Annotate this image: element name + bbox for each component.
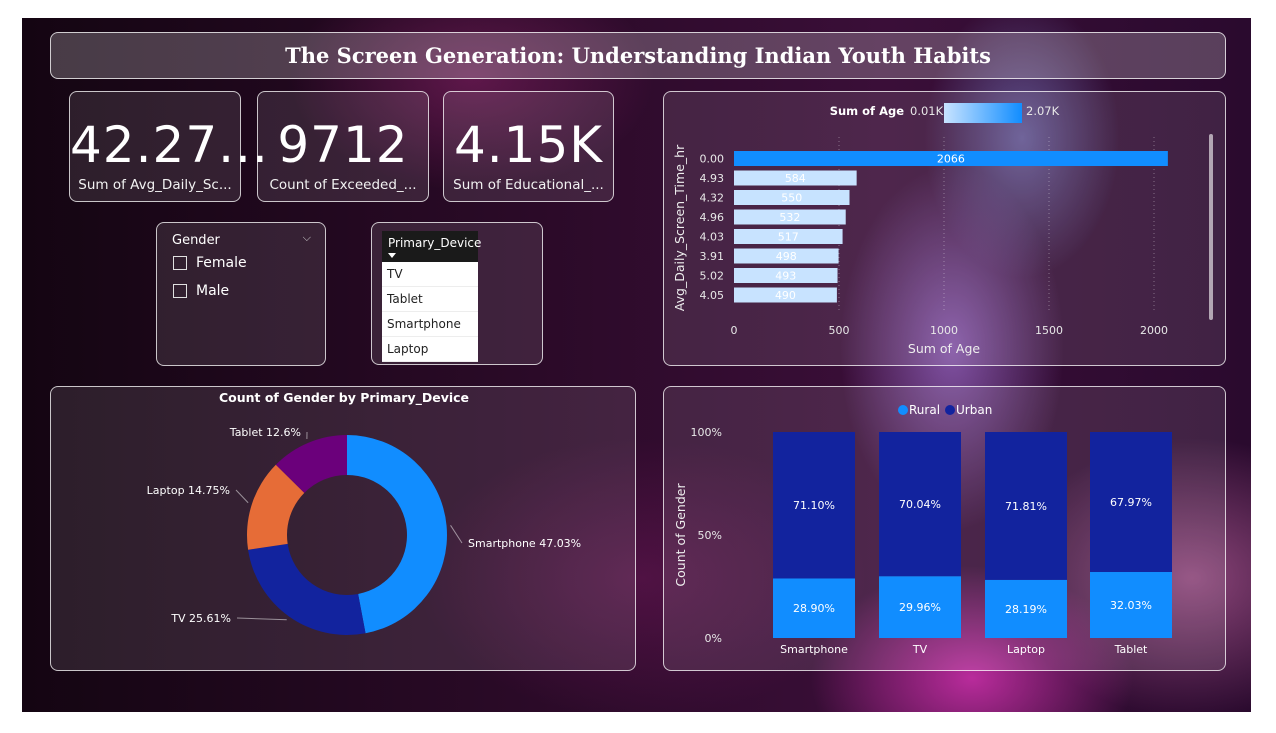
y-tick-label: 50% xyxy=(698,529,722,542)
gender-by-location-stacked-panel[interactable]: Rural Urban 100% 50% 0% Count of Gender 71.10%… xyxy=(663,386,1226,671)
device-option-laptop[interactable]: Laptop xyxy=(382,337,478,362)
slice-label: Smartphone 47.03% xyxy=(468,537,581,550)
bar-data-label: 550 xyxy=(781,192,802,205)
dropdown-arrow-icon[interactable] xyxy=(388,253,396,258)
donut-slice xyxy=(347,435,447,634)
x-tick-label: Tablet xyxy=(1114,643,1148,656)
y-tick-label: 3.91 xyxy=(700,250,725,263)
kpi-value: 42.27... xyxy=(70,116,269,174)
checkbox-icon[interactable] xyxy=(173,256,187,270)
gender-option-label: Male xyxy=(196,283,230,299)
legend-gradient-bar xyxy=(944,103,1022,123)
y-tick-label: 4.05 xyxy=(700,289,725,302)
gender-by-device-donut-chart: Count of Gender by Primary_Device Smartph… xyxy=(147,390,581,635)
x-tick-label: 500 xyxy=(829,324,850,337)
y-tick-label: 4.93 xyxy=(700,172,725,185)
y-tick-label: 100% xyxy=(691,426,722,439)
bar-data-label: 532 xyxy=(779,211,800,224)
urban-data-label: 67.97% xyxy=(1110,496,1152,509)
legend-title: Sum of Age xyxy=(830,104,904,118)
bar-data-label: 490 xyxy=(775,289,796,302)
y-axis-title: Avg_Daily_Screen_Time_hr xyxy=(672,144,687,311)
device-option-smartphone[interactable]: Smartphone xyxy=(382,312,478,337)
donut-slice xyxy=(248,543,366,635)
kpi-card-sum-educational[interactable]: 4.15K Sum of Educational_... xyxy=(443,91,614,202)
gender-by-location-stacked-chart: Rural Urban 100% 50% 0% Count of Gender 71.10%… xyxy=(673,403,1172,656)
y-axis-title: Count of Gender xyxy=(673,483,688,587)
bar-data-label: 498 xyxy=(776,250,797,263)
kpi-value: 4.15K xyxy=(453,116,604,174)
x-tick-label: Laptop xyxy=(1007,643,1045,656)
checkbox-icon[interactable] xyxy=(173,284,187,298)
y-tick-label: 4.32 xyxy=(700,192,725,205)
gender-by-device-donut-panel[interactable]: Count of Gender by Primary_Device Smartph… xyxy=(50,386,636,671)
slice-label: Laptop 14.75% xyxy=(147,484,230,497)
x-tick-label: TV xyxy=(912,643,928,656)
x-axis-title: Sum of Age xyxy=(908,341,981,356)
bar-data-label: 2066 xyxy=(937,153,965,166)
x-tick-label: 1500 xyxy=(1035,324,1063,337)
x-tick-label: 2000 xyxy=(1140,324,1168,337)
bar-data-label: 493 xyxy=(775,270,796,283)
kpi-label: Count of Exceeded_... xyxy=(269,177,417,193)
gender-option-male[interactable]: Male xyxy=(173,283,229,299)
legend-label-urban: Urban xyxy=(956,403,992,417)
rural-data-label: 28.19% xyxy=(1005,603,1047,616)
legend-marker-rural xyxy=(898,405,908,415)
dashboard-title-banner: The Screen Generation: Understanding Ind… xyxy=(50,32,1226,79)
gender-slicer-header: Gender xyxy=(172,233,220,248)
rural-data-label: 32.03% xyxy=(1110,599,1152,612)
rural-data-label: 29.96% xyxy=(899,601,941,614)
chart-title: Count of Gender by Primary_Device xyxy=(219,390,469,406)
gender-option-female[interactable]: Female xyxy=(173,255,247,271)
vertical-scrollbar xyxy=(1209,134,1213,320)
primary-device-slicer[interactable]: Primary_Device TV Tablet Smartphone Lapt… xyxy=(371,222,543,365)
rural-data-label: 28.90% xyxy=(793,602,835,615)
bar-data-label: 584 xyxy=(785,172,806,185)
gender-slicer[interactable]: Gender ⌵ Female Male xyxy=(156,222,326,366)
sum-of-age-bar-chart-panel[interactable]: Sum of Age 0.01K 2.07K 0 500 1000 1500 2000 0.00… xyxy=(663,91,1226,366)
kpi-card-count-exceeded[interactable]: 9712 Count of Exceeded_... xyxy=(257,91,429,202)
primary-device-dropdown[interactable]: Primary_Device TV Tablet Smartphone Lapt… xyxy=(382,231,482,362)
leader-line xyxy=(235,489,249,504)
urban-data-label: 71.81% xyxy=(1005,500,1047,513)
device-option-tv[interactable]: TV xyxy=(382,262,478,287)
kpi-label: Sum of Educational_... xyxy=(453,177,604,193)
y-tick-label: 0.00 xyxy=(700,153,725,166)
slice-label: TV 25.61% xyxy=(170,612,231,625)
y-tick-label: 0% xyxy=(705,632,722,645)
legend-min-label: 0.01K xyxy=(910,104,944,118)
kpi-card-avg-daily-screen-time[interactable]: 42.27... Sum of Avg_Daily_Sc... xyxy=(69,91,269,202)
x-tick-label: 1000 xyxy=(930,324,958,337)
bar-data-label: 517 xyxy=(778,231,799,244)
y-tick-label: 5.02 xyxy=(700,270,725,283)
kpi-label: Sum of Avg_Daily_Sc... xyxy=(78,177,232,193)
legend-max-label: 2.07K xyxy=(1026,104,1060,118)
leader-line xyxy=(236,617,287,621)
y-tick-label: 4.03 xyxy=(700,231,725,244)
primary-device-header-label: Primary_Device xyxy=(388,236,482,250)
legend-label-rural: Rural xyxy=(909,403,940,417)
urban-data-label: 70.04% xyxy=(899,498,941,511)
legend-marker-urban xyxy=(945,405,955,415)
device-option-tablet[interactable]: Tablet xyxy=(382,287,478,312)
primary-device-dropdown-header[interactable]: Primary_Device xyxy=(382,231,482,262)
y-tick-label: 4.96 xyxy=(700,211,725,224)
leader-line xyxy=(450,525,463,544)
gender-option-label: Female xyxy=(196,255,247,271)
sum-of-age-bar-chart: Sum of Age 0.01K 2.07K 0 500 1000 1500 2000 0.00… xyxy=(672,103,1213,356)
urban-data-label: 71.10% xyxy=(793,499,835,512)
slice-label: Tablet 12.6% xyxy=(229,426,301,439)
dashboard-title: The Screen Generation: Understanding Ind… xyxy=(285,43,991,68)
report-canvas: The Screen Generation: Understanding Ind… xyxy=(22,18,1251,712)
x-tick-label: 0 xyxy=(731,324,738,337)
x-tick-label: Smartphone xyxy=(780,643,848,656)
chevron-down-icon[interactable]: ⌵ xyxy=(303,231,311,245)
kpi-value: 9712 xyxy=(277,116,409,174)
